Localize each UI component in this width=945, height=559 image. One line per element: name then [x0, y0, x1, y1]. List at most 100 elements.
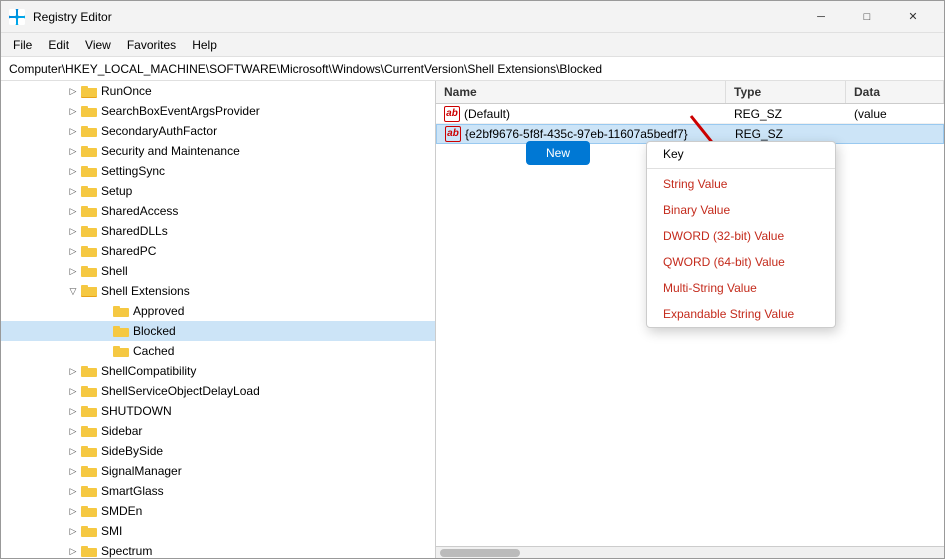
tree-item-shellcompat[interactable]: ▷ ShellCompatibility — [1, 361, 435, 381]
app-icon — [9, 9, 25, 25]
address-path[interactable]: Computer\HKEY_LOCAL_MACHINE\SOFTWARE\Mic… — [9, 62, 602, 76]
expander-approved[interactable] — [97, 303, 113, 319]
expander-shellservice[interactable]: ▷ — [65, 383, 81, 399]
expander-runonce[interactable]: ▷ — [65, 83, 81, 99]
tree-label: SideBySide — [101, 444, 163, 458]
folder-icon — [81, 464, 97, 478]
horizontal-scrollbar[interactable] — [436, 546, 944, 558]
tree-item-secondaryauth[interactable]: ▷ SecondaryAuthFactor — [1, 121, 435, 141]
context-menu-item-string[interactable]: String Value — [647, 171, 835, 197]
context-menu-item-qword[interactable]: QWORD (64-bit) Value — [647, 249, 835, 275]
context-menu-item-expandable[interactable]: Expandable String Value — [647, 301, 835, 327]
minimize-button[interactable]: ─ — [798, 1, 844, 33]
expander-smi[interactable]: ▷ — [65, 523, 81, 539]
tree-label: RunOnce — [101, 84, 152, 98]
tree-item-shellext[interactable]: ▽ Shell Extensions — [1, 281, 435, 301]
context-menu-item-key[interactable]: Key — [647, 142, 835, 166]
menu-edit[interactable]: Edit — [40, 36, 77, 54]
menu-bar: File Edit View Favorites Help — [1, 33, 944, 57]
tree-label: ShellCompatibility — [101, 364, 196, 378]
expander-smden[interactable]: ▷ — [65, 503, 81, 519]
folder-icon — [113, 304, 129, 318]
menu-help[interactable]: Help — [184, 36, 225, 54]
expander-sidebar[interactable]: ▷ — [65, 423, 81, 439]
folder-icon — [81, 184, 97, 198]
close-button[interactable]: ✕ — [890, 1, 936, 33]
expander-setup[interactable]: ▷ — [65, 183, 81, 199]
expander-searchbox[interactable]: ▷ — [65, 103, 81, 119]
new-button[interactable]: New — [526, 141, 590, 165]
cell-name-text: (Default) — [464, 107, 510, 121]
expander-sidebyside[interactable]: ▷ — [65, 443, 81, 459]
expander-shareddlls[interactable]: ▷ — [65, 223, 81, 239]
tree-item-searchbox[interactable]: ▷ SearchBoxEventArgsProvider — [1, 101, 435, 121]
expander-shellext[interactable]: ▽ — [65, 283, 81, 299]
expander-cached[interactable] — [97, 343, 113, 359]
expander-shell[interactable]: ▷ — [65, 263, 81, 279]
tree-label: SharedDLLs — [101, 224, 168, 238]
tree-label: SettingSync — [101, 164, 165, 178]
tree-item-shutdown[interactable]: ▷ SHUTDOWN — [1, 401, 435, 421]
cell-name: ab (Default) — [436, 104, 726, 124]
menu-file[interactable]: File — [5, 36, 40, 54]
expander-shutdown[interactable]: ▷ — [65, 403, 81, 419]
folder-icon — [81, 264, 97, 278]
table-header: Name Type Data — [436, 81, 944, 104]
tree-item-smartglass[interactable]: ▷ SmartGlass — [1, 481, 435, 501]
expander-shellcompat[interactable]: ▷ — [65, 363, 81, 379]
tree-item-security[interactable]: ▷ Security and Maintenance — [1, 141, 435, 161]
tree-item-sidebar[interactable]: ▷ Sidebar — [1, 421, 435, 441]
folder-icon — [81, 544, 97, 558]
tree-item-signalmanager[interactable]: ▷ SignalManager — [1, 461, 435, 481]
folder-icon-open — [81, 284, 97, 298]
tree-label: ShellServiceObjectDelayLoad — [101, 384, 260, 398]
tree-item-shareddlls[interactable]: ▷ SharedDLLs — [1, 221, 435, 241]
context-menu-separator — [647, 168, 835, 169]
expander-blocked[interactable] — [97, 323, 113, 339]
tree-item-sidebyside[interactable]: ▷ SideBySide — [1, 441, 435, 461]
folder-icon — [113, 324, 129, 338]
tree-label: SMI — [101, 524, 122, 538]
expander-smartglass[interactable]: ▷ — [65, 483, 81, 499]
folder-icon — [81, 524, 97, 538]
tree-item-blocked[interactable]: Blocked — [1, 321, 435, 341]
tree-item-cached[interactable]: Cached — [1, 341, 435, 361]
menu-favorites[interactable]: Favorites — [119, 36, 184, 54]
tree-panel[interactable]: ▷ RunOnce ▷ — [1, 81, 436, 558]
scrollbar-thumb[interactable] — [440, 549, 520, 557]
cell-name-text: {e2bf9676-5f8f-435c-97eb-11607a5bedf7} — [465, 127, 688, 141]
tree-item-spectrum[interactable]: ▷ Spectrum — [1, 541, 435, 558]
tree-item-runonce[interactable]: ▷ RunOnce — [1, 81, 435, 101]
tree-label: SHUTDOWN — [101, 404, 172, 418]
expander-sharedaccess[interactable]: ▷ — [65, 203, 81, 219]
tree-item-shell[interactable]: ▷ Shell — [1, 261, 435, 281]
tree-item-smden[interactable]: ▷ SMDEn — [1, 501, 435, 521]
tree-item-setup[interactable]: ▷ Setup — [1, 181, 435, 201]
expander-secondaryauth[interactable]: ▷ — [65, 123, 81, 139]
expander-signalmanager[interactable]: ▷ — [65, 463, 81, 479]
expander-settingsync[interactable]: ▷ — [65, 163, 81, 179]
expander-spectrum[interactable]: ▷ — [65, 543, 81, 558]
tree-item-shellservice[interactable]: ▷ ShellServiceObjectDelayLoad — [1, 381, 435, 401]
table-row[interactable]: ab (Default) REG_SZ (value — [436, 104, 944, 124]
tree-label: SharedPC — [101, 244, 156, 258]
tree-item-sharedaccess[interactable]: ▷ SharedAccess — [1, 201, 435, 221]
context-menu-item-multistring[interactable]: Multi-String Value — [647, 275, 835, 301]
folder-icon — [81, 504, 97, 518]
menu-view[interactable]: View — [77, 36, 119, 54]
tree-item-approved[interactable]: Approved — [1, 301, 435, 321]
tree-item-smi[interactable]: ▷ SMI — [1, 521, 435, 541]
main-content: ▷ RunOnce ▷ — [1, 81, 944, 558]
tree-item-settingsync[interactable]: ▷ SettingSync — [1, 161, 435, 181]
tree-label: SignalManager — [101, 464, 182, 478]
expander-sharedpc[interactable]: ▷ — [65, 243, 81, 259]
context-menu-item-dword[interactable]: DWORD (32-bit) Value — [647, 223, 835, 249]
folder-icon — [81, 404, 97, 418]
folder-icon — [81, 84, 97, 98]
context-menu-item-binary[interactable]: Binary Value — [647, 197, 835, 223]
maximize-button[interactable]: □ — [844, 1, 890, 33]
expander-security[interactable]: ▷ — [65, 143, 81, 159]
cell-data — [847, 132, 943, 136]
tree-item-sharedpc[interactable]: ▷ SharedPC — [1, 241, 435, 261]
tree-label: Shell — [101, 264, 128, 278]
